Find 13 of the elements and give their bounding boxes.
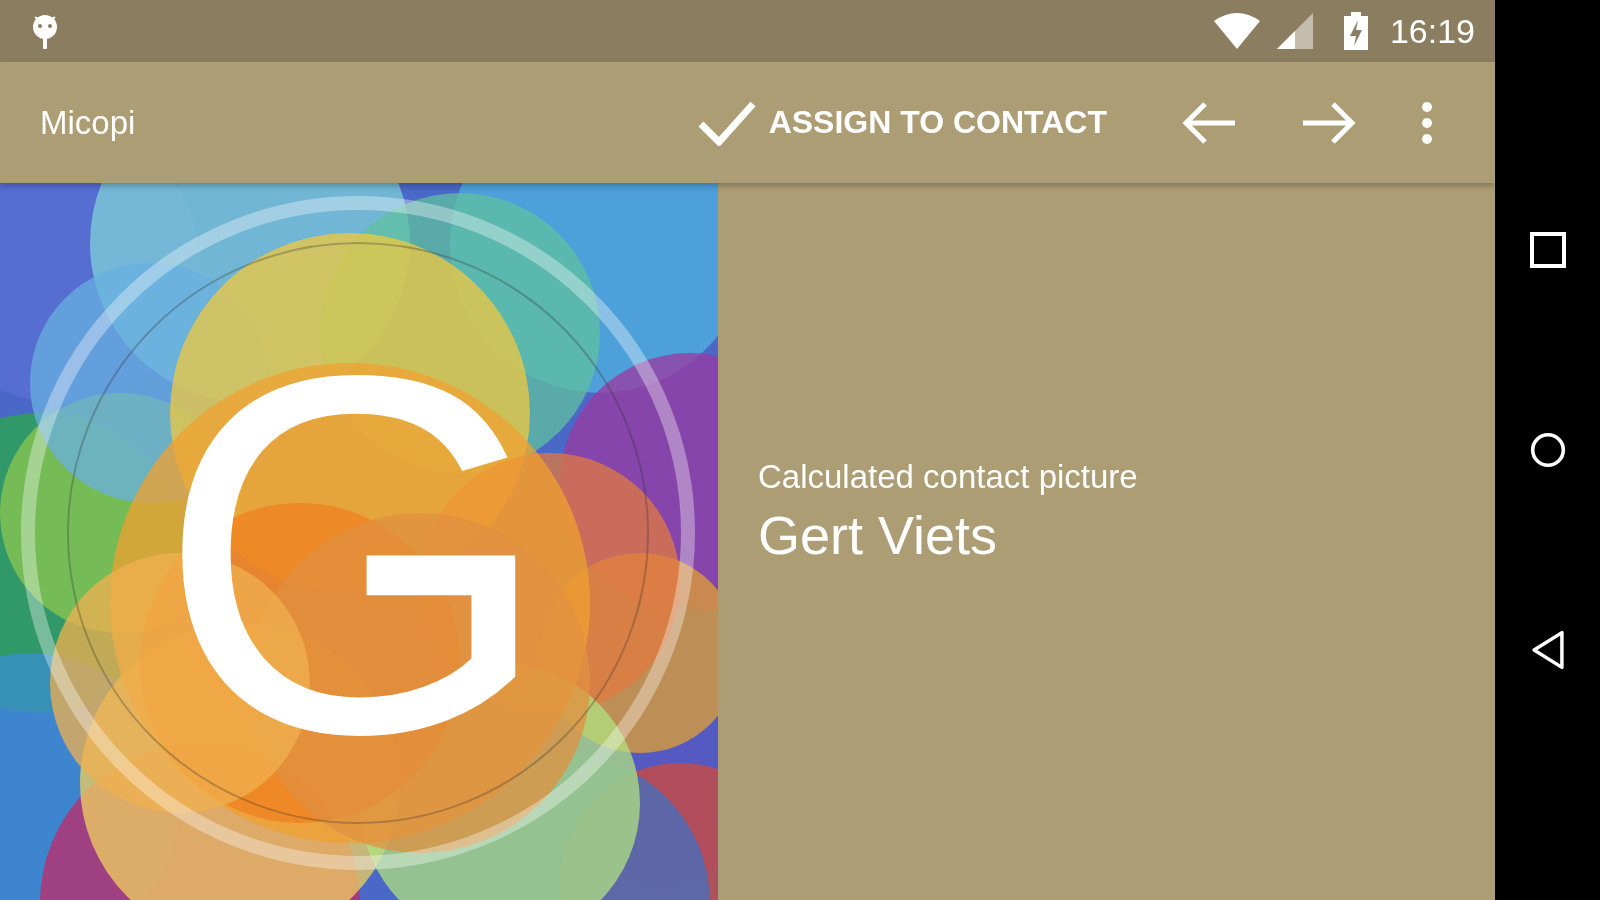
battery-charging-icon — [1343, 12, 1368, 50]
app-title: Micopi — [40, 103, 136, 142]
check-icon — [696, 99, 757, 146]
clock-time: 16:19 — [1389, 11, 1475, 51]
picture-caption: Calculated contact picture — [758, 457, 1139, 496]
contact-initial: G — [156, 269, 554, 839]
home-button[interactable] — [1529, 430, 1566, 470]
overflow-dots-icon — [1421, 100, 1433, 145]
recents-button[interactable] — [1529, 230, 1566, 270]
back-button[interactable] — [1529, 630, 1566, 670]
wifi-icon — [1213, 13, 1260, 49]
assign-button[interactable]: ASSIGN TO CONTACT — [678, 99, 1125, 146]
contact-name: Gert Viets — [758, 503, 999, 566]
